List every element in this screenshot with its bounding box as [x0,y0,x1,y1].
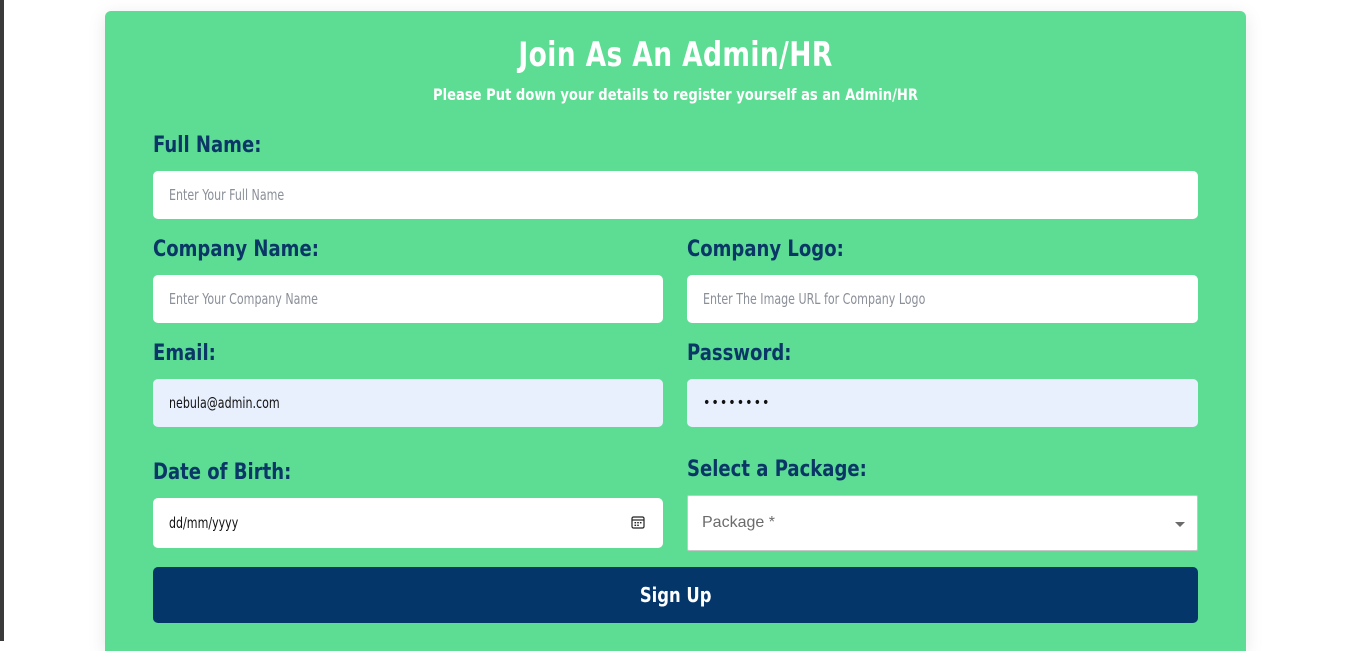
full-name-label: Full Name: [153,133,262,158]
password-input[interactable]: •••••••• [687,379,1198,427]
company-name-input[interactable]: Enter Your Company Name [153,275,663,323]
company-name-placeholder: Enter Your Company Name [169,290,318,308]
package-select[interactable]: Package * [687,495,1198,551]
full-name-input[interactable]: Enter Your Full Name [153,171,1198,219]
company-name-label: Company Name: [153,237,319,262]
calendar-icon[interactable] [631,515,645,529]
dob-input[interactable]: dd/mm/yyyy [153,498,663,548]
email-value: nebula@admin.com [169,394,280,412]
form-subtitle: Please Put down your details to register… [432,85,919,104]
window-edge [0,0,4,641]
company-logo-placeholder: Enter The Image URL for Company Logo [703,290,926,308]
package-placeholder: Package * [702,514,775,531]
password-label: Password: [687,341,792,366]
form-title: Join As An Admin/HR [518,35,833,75]
email-input[interactable]: nebula@admin.com [153,379,663,427]
dob-label: Date of Birth: [153,460,292,485]
password-value: •••••••• [703,395,771,411]
sign-up-button[interactable]: Sign Up [153,567,1198,623]
email-label: Email: [153,341,216,366]
company-logo-input[interactable]: Enter The Image URL for Company Logo [687,275,1198,323]
sign-up-label: Sign Up [639,583,712,607]
company-logo-label: Company Logo: [687,237,844,262]
dob-value: dd/mm/yyyy [169,514,239,532]
package-label: Select a Package: [687,457,867,482]
full-name-placeholder: Enter Your Full Name [169,186,285,204]
register-form-card: Join As An Admin/HR Please Put down your… [105,11,1246,651]
chevron-down-icon [1175,522,1185,527]
